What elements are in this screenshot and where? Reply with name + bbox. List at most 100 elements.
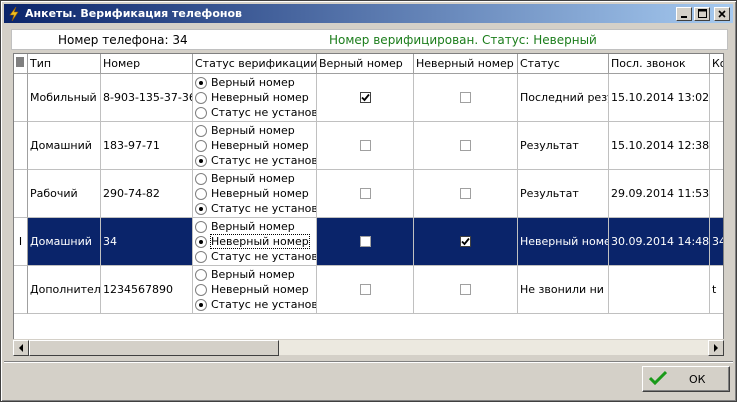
verification-option[interactable]: Статус не установлен [195,297,316,312]
column-header[interactable]: Статус [518,54,609,74]
radio-label: Неверный номер [211,91,309,104]
checkbox[interactable] [460,92,471,103]
info-bar: Номер телефона: 34 Номер верифицирован. … [11,29,728,50]
verification-option[interactable]: Неверный номер [195,186,316,201]
column-header[interactable]: Тип [28,54,101,74]
correct-number-checkbox-cell[interactable] [317,266,414,314]
verification-option[interactable]: Верный номер [195,267,316,282]
checkbox[interactable] [359,284,371,295]
incorrect-number-checkbox-cell[interactable] [414,74,518,122]
column-chooser-icon[interactable] [14,54,28,74]
table-row[interactable]: Домашний 183-97-71 Верный номер Неверный но… [14,122,723,170]
row-indicator[interactable] [14,122,28,170]
radio-button[interactable] [195,91,207,104]
correct-number-checkbox-cell[interactable] [317,122,414,170]
radio-button[interactable] [195,187,207,200]
extra-cell: 34 [710,218,723,266]
verification-option[interactable]: Верный номер [195,75,316,90]
status-cell: Последний результат [518,74,609,122]
verification-status-label: Номер верифицирован. Статус: Неверный [329,33,597,47]
title-bar[interactable]: Анкеты. Верификация телефонов [4,4,733,23]
maximize-button[interactable] [694,6,710,21]
row-indicator[interactable] [14,266,28,314]
verification-radio-group[interactable]: Верный номер Неверный номер Статус не уста… [193,266,317,314]
column-header[interactable]: Верный номер [317,54,414,74]
correct-number-checkbox-cell[interactable] [317,74,414,122]
verification-radio-group[interactable]: Верный номер Неверный номер Статус не уста… [193,218,317,266]
radio-button[interactable] [195,298,207,311]
radio-button[interactable] [195,172,207,185]
verification-option[interactable]: Неверный номер [195,282,316,297]
incorrect-number-checkbox-cell[interactable] [414,218,518,266]
verification-radio-group[interactable]: Верный номер Неверный номер Статус не уста… [193,74,317,122]
correct-number-checkbox-cell[interactable] [317,170,414,218]
minimize-icon [681,15,687,18]
table-row[interactable]: Мобильный 8-903-135-37-36 Верный номер Неве… [14,74,723,122]
incorrect-number-checkbox-cell[interactable] [414,266,518,314]
verification-radio-group[interactable]: Верный номер Неверный номер Статус не уста… [193,122,317,170]
correct-number-checkbox-cell[interactable] [317,218,414,266]
phones-grid[interactable]: Тип Номер Статус верификации Верный номер Не… [13,53,724,355]
status-cell: Не звонили ни разу [518,266,609,314]
scroll-right-button[interactable] [708,340,724,356]
column-header[interactable]: Ко [710,54,723,74]
checkbox[interactable] [359,140,371,151]
column-header[interactable]: Номер [101,54,193,74]
checkbox[interactable] [460,188,471,199]
row-indicator[interactable] [14,74,28,122]
table-row[interactable]: Дополнительный1234567890 Верный номер Неве… [14,266,723,314]
ok-button-label: ОК [689,372,706,386]
radio-button[interactable] [195,235,207,248]
verification-option[interactable]: Статус не установлен [195,249,317,264]
column-header[interactable]: Статус верификации [193,54,317,74]
checkbox[interactable] [359,236,371,247]
radio-button[interactable] [195,220,207,233]
status-cell: Неверный номер [518,218,609,266]
last-call-cell: 29.09.2014 11:53:11 [609,170,710,218]
horizontal-scrollbar[interactable] [13,339,724,356]
close-button[interactable] [714,6,730,21]
verification-option[interactable]: Неверный номер [195,234,316,249]
column-header[interactable]: Неверный номер [414,54,518,74]
radio-button[interactable] [195,250,207,263]
row-indicator[interactable] [14,170,28,218]
radio-button[interactable] [195,76,207,89]
number-cell: 183-97-71 [101,122,193,170]
checkbox[interactable] [460,236,471,247]
verification-option[interactable]: Статус не установлен [195,201,316,216]
verification-radio-group[interactable]: Верный номер Неверный номер Статус не уста… [193,170,317,218]
verification-option[interactable]: Верный номер [195,123,316,138]
checkbox[interactable] [460,140,471,151]
verification-option[interactable]: Неверный номер [195,138,316,153]
radio-button[interactable] [195,154,207,167]
table-row[interactable]: I Домашний 34 Верный номер Неверный номер Ста… [14,218,723,266]
number-cell: 290-74-82 [101,170,193,218]
radio-button[interactable] [195,283,207,296]
number-cell: 34 [101,218,193,266]
verification-option[interactable]: Верный номер [195,171,316,186]
radio-button[interactable] [195,268,207,281]
row-indicator[interactable]: I [14,218,28,266]
verification-option[interactable]: Статус не установлен [195,153,317,168]
incorrect-number-checkbox-cell[interactable] [414,170,518,218]
minimize-button[interactable] [676,6,692,21]
scroll-thumb[interactable] [29,340,279,356]
radio-label: Статус не установлен [211,154,317,167]
column-header[interactable]: Посл. звонок [609,54,710,74]
radio-button[interactable] [195,124,207,137]
radio-button[interactable] [195,202,207,215]
verification-option[interactable]: Верный номер [195,219,316,234]
scroll-left-button[interactable] [13,340,29,356]
table-row[interactable]: Рабочий 290-74-82 Верный номер Неверный ном… [14,170,723,218]
radio-label: Статус не установлен [211,250,317,263]
incorrect-number-checkbox-cell[interactable] [414,122,518,170]
radio-button[interactable] [195,106,207,119]
radio-button[interactable] [195,139,207,152]
checkbox[interactable] [359,92,371,103]
radio-label: Верный номер [211,124,295,137]
verification-option[interactable]: Неверный номер [195,90,316,105]
ok-button[interactable]: ОК [642,366,730,392]
checkbox[interactable] [460,284,471,295]
checkbox[interactable] [359,188,371,199]
verification-option[interactable]: Статус не установлен [195,105,316,120]
